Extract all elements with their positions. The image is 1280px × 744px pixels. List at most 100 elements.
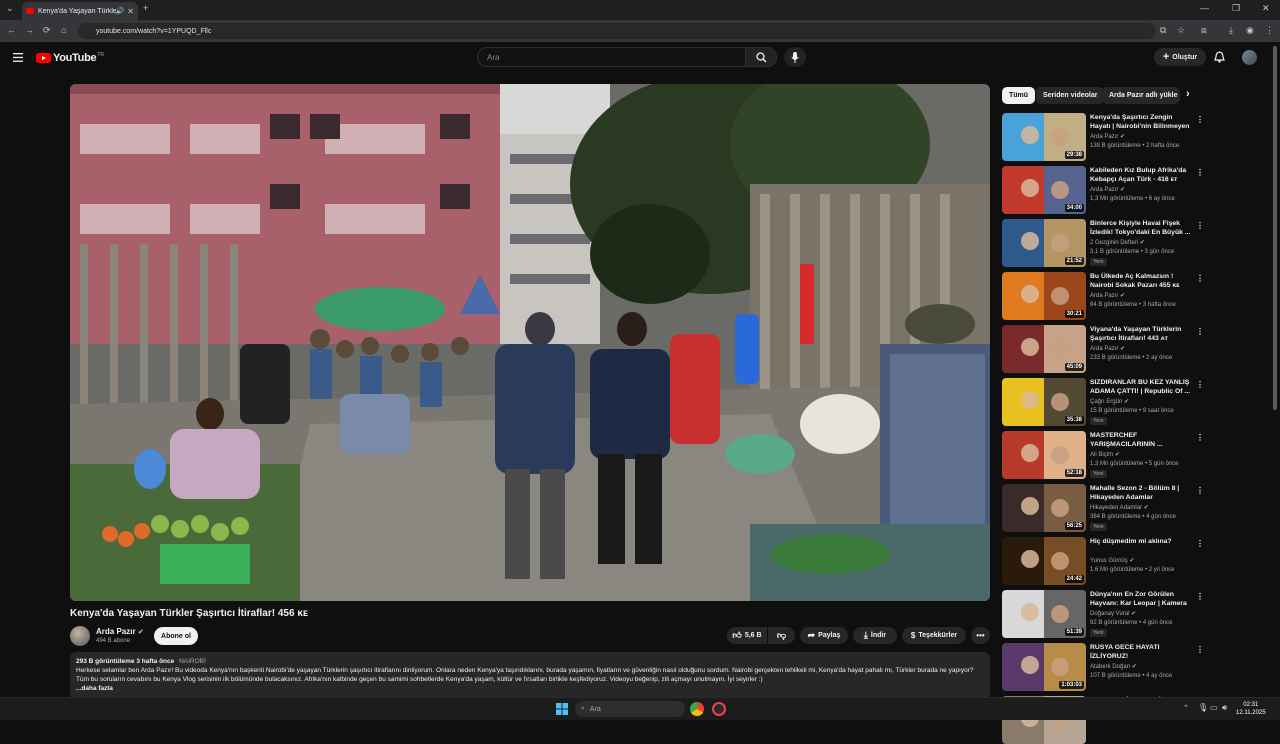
more-vertical-icon[interactable]: ⋮ xyxy=(1196,433,1204,442)
recommendation-thumbnail[interactable]: 30:21 xyxy=(1002,272,1086,320)
recommendation-item[interactable]: 35:38 SIZDIRANLAR BU KEZ YANLIŞ ADAMA ÇAT… xyxy=(1002,378,1262,426)
youtube-logo[interactable]: YouTube TR xyxy=(36,52,104,64)
page-scrollbar[interactable] xyxy=(1273,46,1277,410)
recommendation-channel[interactable]: Ali Biçim ✔ xyxy=(1090,451,1120,458)
recommendation-thumbnail[interactable]: 52:18 xyxy=(1002,431,1086,479)
recommendation-channel[interactable]: Arda Pazır ✔ xyxy=(1090,186,1125,193)
back-icon[interactable]: ← xyxy=(7,25,16,35)
tab-list-chevron-icon[interactable]: ⌄ xyxy=(6,3,14,14)
recommendation-title[interactable]: RUSYA GECE HAYATI İZLİYORUZ! xyxy=(1090,643,1194,661)
window-close-icon[interactable]: ✕ xyxy=(1262,3,1270,14)
share-button[interactable]: ➦ Paylaş xyxy=(800,627,848,644)
recommendation-title[interactable]: Kabileden Kız Bulup Afrika'da Kebapçı Aç… xyxy=(1090,166,1194,184)
recommendation-thumbnail[interactable]: 24:42 xyxy=(1002,537,1086,585)
download-button[interactable]: ⤓ İndir xyxy=(853,627,897,644)
recommendation-item[interactable]: 34:00 Kabileden Kız Bulup Afrika'da Kebap… xyxy=(1002,166,1262,214)
chip-channel-uploads[interactable]: Arda Pazır adlı yükle xyxy=(1102,87,1180,104)
hamburger-menu-icon[interactable] xyxy=(13,53,23,62)
recommendation-channel[interactable]: Arda Pazır ✔ xyxy=(1090,345,1125,352)
recommendation-title[interactable]: MASTERCHEF YARIŞMACILARININ ... xyxy=(1090,431,1194,449)
more-actions-button[interactable]: ••• xyxy=(971,627,990,644)
recommendation-item[interactable]: 52:18 MASTERCHEF YARIŞMACILARININ ... Ali … xyxy=(1002,431,1262,479)
more-vertical-icon[interactable]: ⋮ xyxy=(1196,486,1204,495)
recommendation-title[interactable]: Bu Ülkede Aç Kalmazsın ! Nairobi Sokak P… xyxy=(1090,272,1194,290)
description-tag[interactable]: NAIROBİ xyxy=(179,658,206,665)
profile-icon[interactable]: ◉ xyxy=(1246,25,1254,36)
maximize-icon[interactable]: ❐ xyxy=(1232,3,1240,14)
recommendation-channel[interactable]: Arda Pazır ✔ xyxy=(1090,292,1125,299)
channel-avatar[interactable] xyxy=(70,626,90,646)
cast-icon[interactable]: ⧉ xyxy=(1160,25,1166,36)
more-vertical-icon[interactable]: ⋮ xyxy=(1196,327,1204,336)
url-field[interactable]: youtube.com/watch?v=1YPUQD_Fllc xyxy=(78,23,1156,39)
more-vertical-icon[interactable]: ⋮ xyxy=(1196,380,1204,389)
chip-series[interactable]: Seriden videolar xyxy=(1036,87,1105,104)
recommendation-title[interactable]: SIZDIRANLAR BU KEZ YANLIŞ ADAMA ÇATTI! |… xyxy=(1090,378,1194,396)
recommendation-thumbnail[interactable]: 45:09 xyxy=(1002,325,1086,373)
home-icon[interactable]: ⌂ xyxy=(61,25,66,35)
browser-tab[interactable]: Kenya'da Yaşayan Türkler Ş... 🔊 ✕ xyxy=(22,2,138,20)
recommendation-title[interactable]: Kenya'da Şaşırtıcı Zengin Hayatı | Nairo… xyxy=(1090,113,1194,132)
mic-tray-icon[interactable]: 🎙︎ xyxy=(1198,703,1208,712)
bookmark-star-icon[interactable]: ☆ xyxy=(1177,25,1185,36)
recommendation-item[interactable]: 21:52 Binlerce Kişiyle Havai Fişek İzledi… xyxy=(1002,219,1262,267)
volume-icon[interactable]: 🔊︎ xyxy=(1222,703,1227,713)
more-vertical-icon[interactable]: ⋮ xyxy=(1196,539,1204,548)
recommendation-title[interactable]: Viyana'da Yaşayan Türklerin Şaşırtıcı İt… xyxy=(1090,325,1194,343)
recommendation-item[interactable]: 45:09 Viyana'da Yaşayan Türklerin Şaşırtı… xyxy=(1002,325,1262,373)
windows-start-icon[interactable] xyxy=(556,703,568,715)
recommendation-channel[interactable]: Doğanay Vural ✔ xyxy=(1090,610,1136,617)
create-button[interactable]: + Oluştur xyxy=(1154,48,1206,66)
description-box[interactable]: 293 B görüntüleme 3 hafta önce NAIROBİ H… xyxy=(70,652,990,700)
recommendation-item[interactable]: 24:42 Hiç düşmedim mi aklına? Yunus Gümüş … xyxy=(1002,537,1262,585)
like-button[interactable]: 👍︎ 5,6 B xyxy=(727,627,767,644)
forward-icon[interactable]: → xyxy=(25,25,34,35)
dislike-button[interactable]: 👎︎ xyxy=(768,627,795,644)
system-clock[interactable]: 02:31 12.11.2025 xyxy=(1236,701,1266,717)
recommendation-item[interactable]: 29:38 Kenya'da Şaşırtıcı Zengin Hayatı | … xyxy=(1002,113,1262,161)
more-vertical-icon[interactable]: ⋮ xyxy=(1196,592,1204,601)
recommendation-title[interactable]: Dünya'nın En Zor Görülen Hayvanı: Kar Le… xyxy=(1090,590,1194,609)
browser-menu-icon[interactable]: ⋮ xyxy=(1265,25,1274,36)
subscribe-button[interactable]: Abone ol xyxy=(154,627,198,645)
video-player[interactable] xyxy=(70,84,990,601)
channel-name[interactable]: Arda Pazır ✔ xyxy=(96,627,144,636)
more-vertical-icon[interactable]: ⋮ xyxy=(1196,115,1204,124)
downloads-icon[interactable]: ⤓ xyxy=(1229,25,1233,36)
reload-icon[interactable]: ⟳ xyxy=(43,25,51,36)
minimize-icon[interactable]: — xyxy=(1200,3,1209,13)
more-vertical-icon[interactable]: ⋮ xyxy=(1196,645,1204,654)
recommendation-thumbnail[interactable]: 34:00 xyxy=(1002,166,1086,214)
more-vertical-icon[interactable]: ⋮ xyxy=(1196,168,1204,177)
recommendation-channel[interactable]: Yunus Gümüş ✔ xyxy=(1090,557,1134,564)
recommendation-title[interactable]: Mahalle Sezon 2 - Bölüm 8 | Hikayeden Ad… xyxy=(1090,484,1194,502)
more-vertical-icon[interactable]: ⋮ xyxy=(1196,221,1204,230)
tray-chevron-icon[interactable]: ⌃ xyxy=(1183,704,1189,712)
recommendation-title[interactable]: Hiç düşmedim mi aklına? xyxy=(1090,537,1194,546)
recommendation-channel[interactable]: Hikayeden Adamlar ✔ xyxy=(1090,504,1149,511)
recommendation-channel[interactable]: Arda Pazır ✔ xyxy=(1090,133,1125,140)
recommendation-thumbnail[interactable]: 35:38 xyxy=(1002,378,1086,426)
chips-next-chevron-icon[interactable]: › xyxy=(1186,88,1190,100)
voice-search-button[interactable] xyxy=(784,47,806,67)
recommendation-thumbnail[interactable]: 56:25 xyxy=(1002,484,1086,532)
tab-close-icon[interactable]: ✕ xyxy=(127,7,134,16)
speaker-icon[interactable]: 🔊 xyxy=(116,7,125,15)
recommendation-channel[interactable]: Çağrı Ergün ✔ xyxy=(1090,398,1129,405)
recommendation-title[interactable]: Binlerce Kişiyle Havai Fişek İzledik! To… xyxy=(1090,219,1194,237)
recommendation-thumbnail[interactable]: 21:52 xyxy=(1002,219,1086,267)
recommendation-thumbnail[interactable]: 29:38 xyxy=(1002,113,1086,161)
search-input[interactable]: Ara xyxy=(477,47,746,67)
extensions-icon[interactable]: ⧈ xyxy=(1201,25,1207,36)
recommendation-thumbnail[interactable]: 51:39 xyxy=(1002,590,1086,638)
recommendation-item[interactable]: 56:25 Mahalle Sezon 2 - Bölüm 8 | Hikayed… xyxy=(1002,484,1262,532)
recommendation-item[interactable]: 30:21 Bu Ülkede Aç Kalmazsın ! Nairobi So… xyxy=(1002,272,1262,320)
taskbar-search[interactable]: ⌕ Ara xyxy=(575,701,685,717)
recommendation-thumbnail[interactable]: 1:03:03 xyxy=(1002,643,1086,691)
chip-all[interactable]: Tümü xyxy=(1002,87,1036,104)
description-more-link[interactable]: ...daha fazla xyxy=(76,684,984,693)
thanks-button[interactable]: $ Teşekkürler xyxy=(902,627,966,644)
network-icon[interactable]: ▭ xyxy=(1210,703,1218,712)
recommendation-channel[interactable]: 2 Gezginin Defteri ✔ xyxy=(1090,239,1145,246)
notifications-bell-icon[interactable] xyxy=(1214,51,1225,63)
